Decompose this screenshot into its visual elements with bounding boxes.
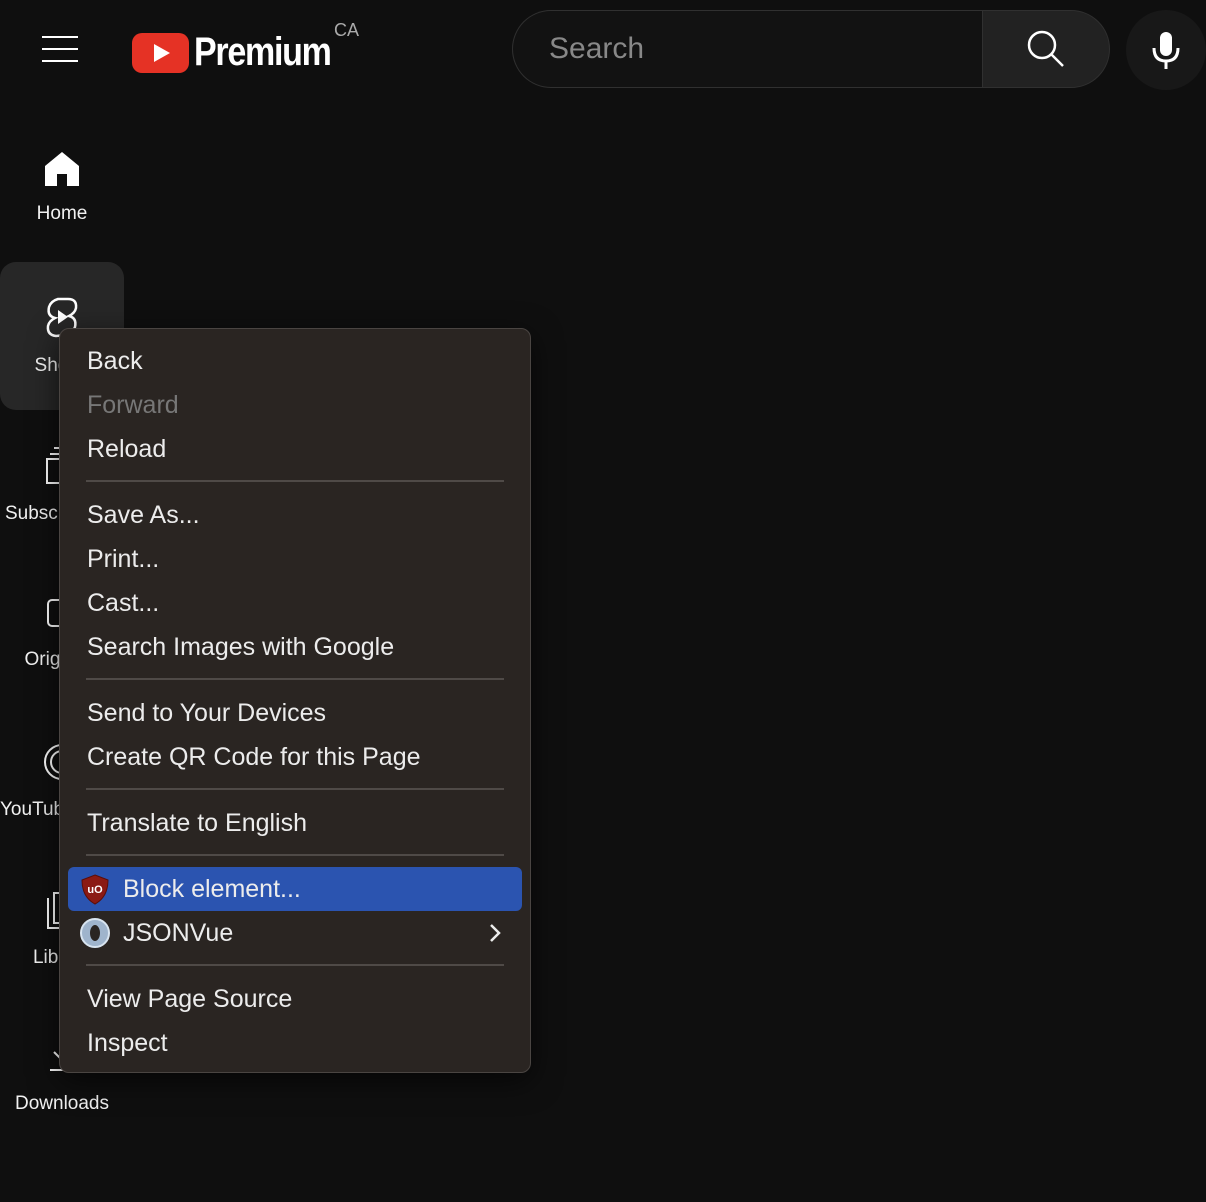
menu-separator (86, 964, 504, 966)
sidebar-item-label: Downloads (15, 1093, 109, 1114)
jsonvue-icon (79, 917, 111, 949)
menu-item-print[interactable]: Print... (68, 537, 522, 581)
menu-item-send-to-devices[interactable]: Send to Your Devices (68, 691, 522, 735)
menu-item-label: JSONVue (123, 918, 234, 947)
menu-item-view-source[interactable]: View Page Source (68, 977, 522, 1021)
ublock-origin-icon: uO (79, 873, 111, 905)
sidebar-item-home[interactable]: Home (0, 150, 124, 225)
menu-item-reload[interactable]: Reload (68, 427, 522, 471)
search-button[interactable] (982, 10, 1110, 88)
search-box[interactable] (512, 10, 982, 88)
menu-item-inspect[interactable]: Inspect (68, 1021, 522, 1065)
youtube-premium-logo[interactable]: Premium (132, 30, 355, 75)
menu-item-translate[interactable]: Translate to English (68, 801, 522, 845)
search-icon (1027, 30, 1064, 67)
menu-separator (86, 480, 504, 482)
chevron-right-icon (490, 924, 501, 942)
region-code: CA (334, 20, 360, 40)
svg-text:uO: uO (87, 884, 103, 896)
menu-item-label: Block element... (123, 874, 301, 903)
menu-separator (86, 854, 504, 856)
menu-separator (86, 788, 504, 790)
menu-item-search-images-google[interactable]: Search Images with Google (68, 625, 522, 669)
home-icon (45, 152, 79, 186)
menu-item-cast[interactable]: Cast... (68, 581, 522, 625)
menu-item-block-element[interactable]: uO Block element... (68, 867, 522, 911)
menu-separator (86, 678, 504, 680)
logo-text: Premium (194, 30, 332, 74)
menu-item-jsonvue[interactable]: JSONVue (68, 911, 522, 955)
sidebar-item-label: Home (36, 203, 88, 224)
voice-search-button[interactable] (1126, 10, 1206, 90)
menu-item-forward[interactable]: Forward (68, 383, 522, 427)
menu-item-back[interactable]: Back (68, 339, 522, 383)
context-menu: Back Forward Reload Save As... Print... … (59, 328, 531, 1073)
microphone-icon (1152, 32, 1180, 69)
hamburger-menu-button[interactable] (42, 36, 78, 62)
hamburger-icon (42, 36, 78, 38)
menu-item-create-qr-code[interactable]: Create QR Code for this Page (68, 735, 522, 779)
menu-item-save-as[interactable]: Save As... (68, 493, 522, 537)
search-input[interactable] (547, 31, 951, 67)
youtube-logo-icon (132, 32, 189, 73)
